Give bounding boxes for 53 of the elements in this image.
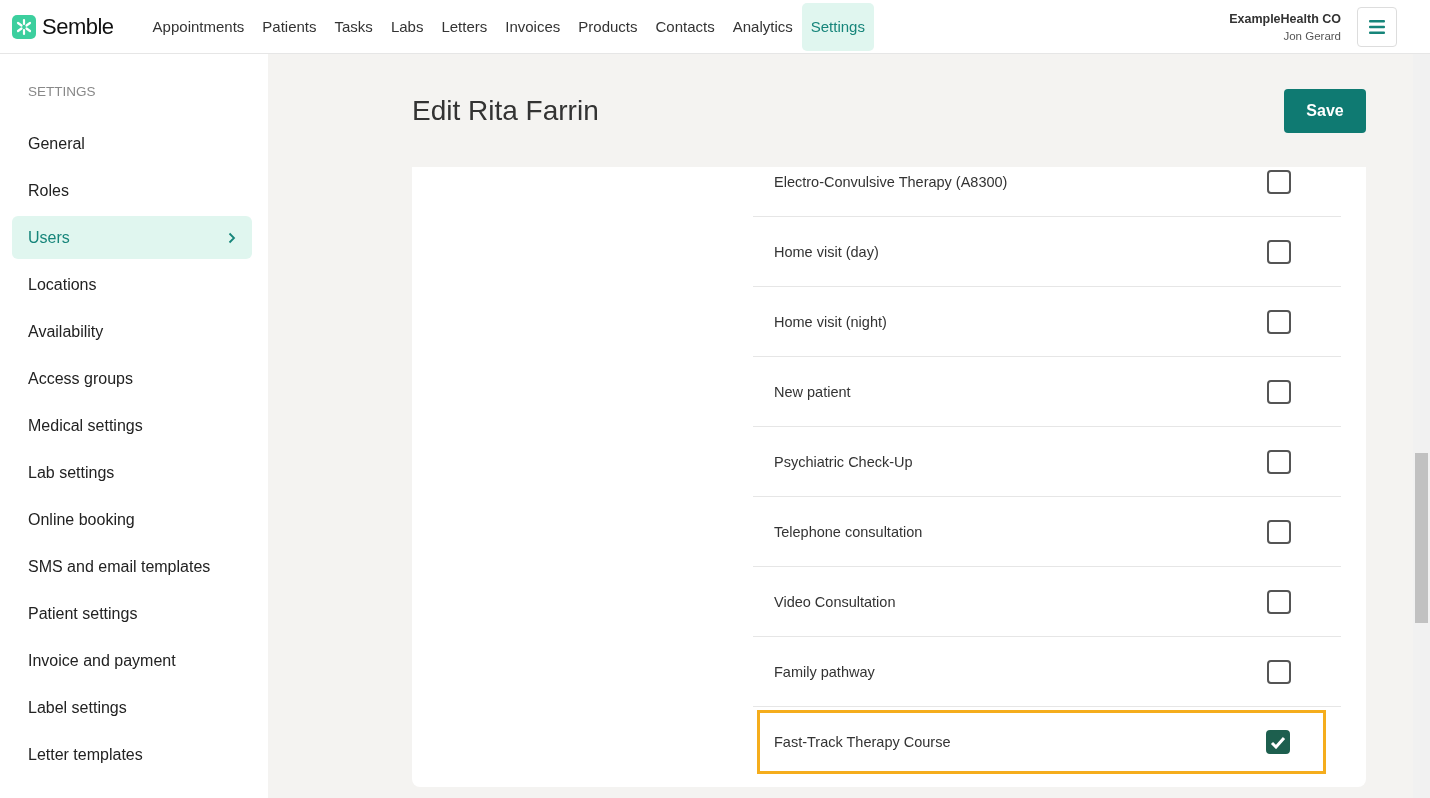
appointment-type-label: Video Consultation [774,593,896,610]
logo-icon [12,14,36,39]
appointment-type-label: Home visit (night) [774,313,887,330]
nav-tab[interactable]: Letters [432,2,497,51]
sidebar-item[interactable]: Availability [12,310,252,353]
sidebar-item[interactable]: Online booking [12,498,252,541]
nav-tab[interactable]: Products [569,2,647,51]
sidebar-item[interactable]: Lab settings [12,451,252,494]
checkbox[interactable] [1267,309,1291,334]
sidebar-item[interactable]: Roles [12,169,252,212]
menu-icon [1369,19,1385,34]
sidebar-item[interactable]: Access groups [12,357,252,400]
appointment-type-label: Home visit (day) [774,243,879,260]
sidebar-item[interactable]: Users [12,216,252,259]
menu-button[interactable] [1357,6,1397,47]
page-title: Edit Rita Farrin [412,95,599,127]
checkbox[interactable] [1267,659,1291,684]
sidebar-item[interactable]: Medical settings [12,404,252,447]
nav-tab[interactable]: Invoices [496,2,570,51]
appointment-type-label: New patient [774,383,851,400]
appointment-type-label: Electro-Convulsive Therapy (A8300) [774,173,1008,190]
sidebar-item[interactable]: Patient settings [12,592,252,635]
nav-tab[interactable]: Appointments [143,2,254,51]
checkmark-icon [1270,735,1286,749]
sidebar-item[interactable]: General [12,122,252,165]
appointment-type-label: Psychiatric Check-Up [774,453,913,470]
sidebar-item[interactable]: SMS and email templates [12,545,252,588]
logo-text: Semble [42,13,114,40]
checkbox[interactable] [1267,169,1291,194]
appointment-type-label: Family pathway [774,663,875,680]
appointment-type-label: Fast-Track Therapy Course [774,734,951,750]
appointment-type-label: Telephone consultation [774,523,923,540]
checkbox[interactable] [1267,239,1291,264]
organisation-name: ExampleHealth CO [1229,11,1341,26]
checkbox[interactable] [1267,519,1291,544]
sidebar-item[interactable]: Letter templates [12,733,252,776]
nav-tab[interactable]: Patients [253,2,326,51]
sidebar-item[interactable]: Locations [12,263,252,306]
sidebar-item[interactable]: Label settings [12,686,252,729]
user-name: Jon Gerard [1283,29,1341,42]
checkbox[interactable] [1267,449,1291,474]
checkbox[interactable] [1266,730,1290,754]
nav-tab[interactable]: Contacts [646,2,724,51]
nav-tab[interactable]: Settings [801,2,874,51]
checkbox[interactable] [1267,589,1291,614]
chevron-right-icon [228,231,236,244]
save-button[interactable]: Save [1284,89,1366,133]
sidebar-heading: SETTINGS [27,84,97,99]
checkbox[interactable] [1267,379,1291,404]
sidebar-item[interactable]: Invoice and payment [12,639,252,682]
nav-tab[interactable]: Analytics [723,2,802,51]
nav-tab[interactable]: Tasks [325,2,382,51]
nav-tab[interactable]: Labs [381,2,433,51]
